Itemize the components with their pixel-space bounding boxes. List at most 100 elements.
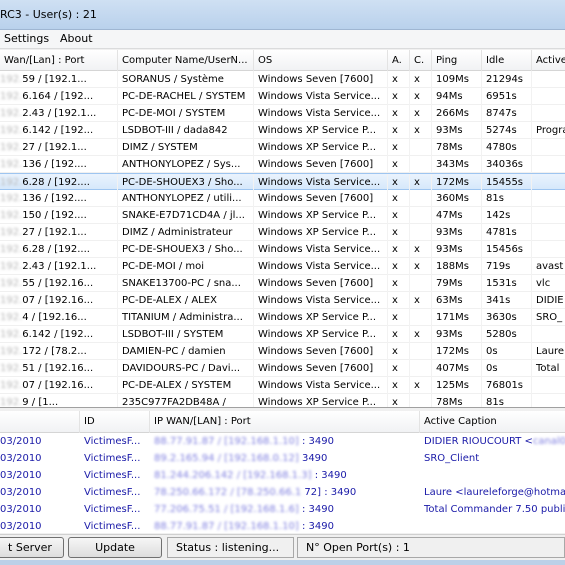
col-os[interactable]: OS bbox=[254, 50, 388, 71]
redacted-ip: 192. bbox=[0, 227, 23, 238]
col-idle[interactable]: Idle bbox=[482, 50, 532, 71]
col-ip-wan-lan[interactable]: IP WAN/[LAN] : Port bbox=[150, 411, 420, 433]
col-active-caption[interactable]: Active Caption bbox=[420, 411, 565, 433]
cell-a: x bbox=[388, 394, 410, 407]
table-row[interactable]: 192.6.28 / [192.... PC-DE-SHOUEX3 / Sho..… bbox=[0, 241, 565, 258]
table-row[interactable]: 192.6.142 / [192... LSDBOT-III / SYSTEM Wi… bbox=[0, 326, 565, 343]
port-text: : 3490 bbox=[301, 504, 334, 515]
victims-grid-header: ID IP WAN/[LAN] : Port Active Caption bbox=[0, 411, 565, 433]
victims-grid[interactable]: ID IP WAN/[LAN] : Port Active Caption 03… bbox=[0, 411, 565, 533]
cell-ip: 78.250.66.172 / [78.250.66.1 72] : 3490 bbox=[150, 484, 420, 501]
cell-ping: 171Ms bbox=[432, 309, 482, 326]
cell-active: DIDIE bbox=[532, 292, 565, 309]
cell-ping: 172Ms bbox=[432, 174, 482, 191]
caption-text: SRO_Client bbox=[424, 453, 480, 464]
table-row[interactable]: 192.55 / [192.16... SNAKE13700-PC / sna..… bbox=[0, 275, 565, 292]
cell-active bbox=[532, 156, 565, 173]
cell-name: SNAKE13700-PC / sna... bbox=[118, 275, 254, 292]
col-wan-port[interactable]: Wan/[Lan] : Port bbox=[0, 50, 118, 71]
col-active[interactable]: Active bbox=[532, 50, 565, 71]
cell-name: DAVIDOURS-PC / Davi... bbox=[118, 360, 254, 377]
col-c[interactable]: C. bbox=[410, 50, 432, 71]
cell-c: x bbox=[410, 326, 432, 343]
table-row[interactable]: 192.6.142 / [192... LSDBOT-III / dada842 W… bbox=[0, 122, 565, 139]
list-item[interactable]: 03/2010 VictimesF... 78.250.66.172 / [78.2… bbox=[0, 484, 565, 501]
cell-ping: 93Ms bbox=[432, 241, 482, 258]
cell-name: TITANIUM / Administra... bbox=[118, 309, 254, 326]
table-row[interactable]: 192.27 / [192.1... DIMZ / SYSTEM Windows X… bbox=[0, 139, 565, 156]
col-computer-name[interactable]: Computer Name/UserN... bbox=[118, 50, 254, 71]
cell-idle: 3630s bbox=[482, 309, 532, 326]
cell-c: x bbox=[410, 258, 432, 275]
update-button[interactable]: Update bbox=[68, 537, 162, 558]
table-row[interactable]: 192.51 / [192.16... DAVIDOURS-PC / Davi..… bbox=[0, 360, 565, 377]
redacted-ip: 88.77.91.87 / [192.168.1.10] bbox=[154, 521, 299, 532]
cell-idle: 76801s bbox=[482, 377, 532, 394]
ip-text: 51 / [192.16... bbox=[22, 363, 94, 374]
cell-a: x bbox=[388, 241, 410, 258]
cell-ping: 407Ms bbox=[432, 360, 482, 377]
redacted-ip: 192. bbox=[0, 295, 23, 306]
ip-text: 6.28 / [192.... bbox=[22, 177, 90, 188]
cell-caption: DIDIER RIOUCOURT <canal0 bbox=[420, 433, 565, 450]
menu-about[interactable]: About bbox=[60, 32, 93, 45]
cell-active bbox=[532, 224, 565, 241]
table-row[interactable]: 192.9 / [1... 235C977FA2DB48A / Windows XP… bbox=[0, 394, 565, 408]
cell-active bbox=[532, 326, 565, 343]
cell-idle: 81s bbox=[482, 394, 532, 407]
list-item[interactable]: 03/2010 VictimesF... 81.244.206.142 / [192… bbox=[0, 467, 565, 484]
cell-c: x bbox=[410, 122, 432, 139]
cell-date: 03/2010 bbox=[0, 521, 42, 532]
menu-settings[interactable]: Settings bbox=[4, 32, 49, 45]
menu-bar: Settings About bbox=[0, 30, 565, 49]
cell-ip: 192.55 / [192.16... bbox=[0, 275, 118, 292]
table-row[interactable]: 192.07 / [192.16... PC-DE-ALEX / ALEX Wind… bbox=[0, 292, 565, 309]
port-text: : 3490 bbox=[301, 436, 334, 447]
table-row[interactable]: 192.6.28 / [192.... PC-DE-SHOUEX3 / Sho..… bbox=[0, 173, 565, 191]
table-row[interactable]: 192.136 / [192.... ANTHONYLOPEZ / Sys... W… bbox=[0, 156, 565, 173]
cell-idle: 5280s bbox=[482, 326, 532, 343]
cell-name: PC-DE-MOI / moi bbox=[118, 258, 254, 275]
cell-a: x bbox=[388, 360, 410, 377]
cell-os: Windows XP Service P... bbox=[254, 207, 388, 224]
col-date[interactable] bbox=[0, 411, 80, 433]
list-item[interactable]: 03/2010 VictimesF... 77.206.75.51 / [192.1… bbox=[0, 501, 565, 518]
cell-idle: 142s bbox=[482, 207, 532, 224]
caption-text: DIDIER RIOUCOURT < bbox=[424, 436, 533, 447]
table-row[interactable]: 192.07 / [192.16... PC-DE-ALEX / SYSTEM Wi… bbox=[0, 377, 565, 394]
list-item[interactable]: 03/2010 VictimesF... 88.77.91.87 / [192.16… bbox=[0, 518, 565, 533]
redacted-ip: 192. bbox=[0, 125, 23, 136]
col-ping[interactable]: Ping bbox=[432, 50, 482, 71]
table-row[interactable]: 192.2.43 / [192.1... PC-DE-MOI / moi Windo… bbox=[0, 258, 565, 275]
list-item[interactable]: 03/2010 VictimesF... 88.77.91.87 / [192.16… bbox=[0, 433, 565, 450]
cell-idle: 4780s bbox=[482, 139, 532, 156]
cell-ip: 81.244.206.142 / [192.168.1.3] : 3490 bbox=[150, 467, 420, 484]
ip-text: 172 / [78.2... bbox=[22, 346, 87, 357]
redacted-ip: 192. bbox=[0, 397, 23, 408]
cell-name: SNAKE-E7D71CD4A / jl... bbox=[118, 207, 254, 224]
cell-c: x bbox=[410, 292, 432, 309]
cell-ping: 172Ms bbox=[432, 343, 482, 360]
cell-date: 03/2010 bbox=[0, 504, 42, 515]
col-a[interactable]: A. bbox=[388, 50, 410, 71]
table-row[interactable]: 192.4 / [192.16... TITANIUM / Administra.… bbox=[0, 309, 565, 326]
table-row[interactable]: 192.6.164 / [192... PC-DE-RACHEL / SYSTEM… bbox=[0, 88, 565, 105]
cell-ping: 188Ms bbox=[432, 258, 482, 275]
cell-a: x bbox=[388, 326, 410, 343]
table-row[interactable]: 192.172 / [78.2... DAMIEN-PC / damien Wind… bbox=[0, 343, 565, 360]
users-grid[interactable]: Wan/[Lan] : Port Computer Name/UserN... … bbox=[0, 50, 565, 408]
cell-a: x bbox=[388, 224, 410, 241]
redacted-ip: 192. bbox=[0, 329, 23, 340]
start-server-button[interactable]: t Server bbox=[0, 537, 64, 558]
col-id[interactable]: ID bbox=[80, 411, 150, 433]
cell-ip: 192.2.43 / [192.1... bbox=[0, 105, 118, 122]
cell-caption: Laure <laureleforge@hotmail bbox=[420, 484, 565, 501]
table-row[interactable]: 192.27 / [192.1... DIMZ / Administrateur W… bbox=[0, 224, 565, 241]
cell-ip: 192.59 / [192.1... bbox=[0, 71, 118, 88]
table-row[interactable]: 192.2.43 / [192.1... PC-DE-MOI / SYSTEM Wi… bbox=[0, 105, 565, 122]
table-row[interactable]: 192.136 / [192.... ANTHONYLOPEZ / utili..… bbox=[0, 190, 565, 207]
list-item[interactable]: 03/2010 VictimesF... 89.2.165.94 / [192.16… bbox=[0, 450, 565, 467]
table-row[interactable]: 192.59 / [192.1... SORANUS / Système Windo… bbox=[0, 71, 565, 88]
cell-os: Windows XP Service P... bbox=[254, 122, 388, 139]
table-row[interactable]: 192.150 / [192.... SNAKE-E7D71CD4A / jl..… bbox=[0, 207, 565, 224]
